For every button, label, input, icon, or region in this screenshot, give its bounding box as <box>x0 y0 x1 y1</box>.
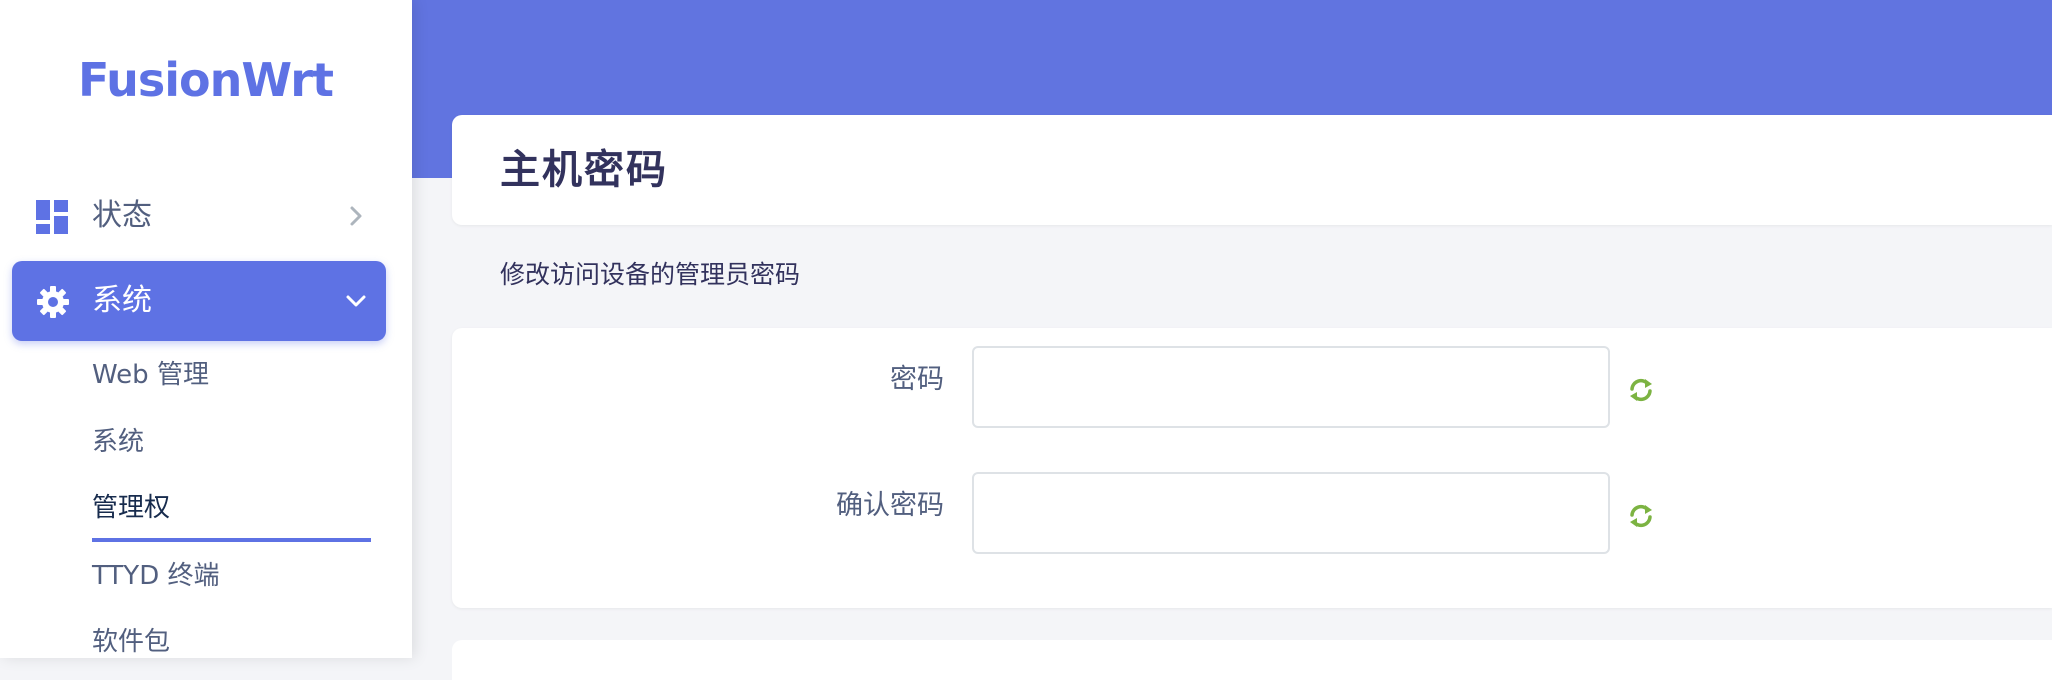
confirm-password-label: 确认密码 <box>836 490 944 521</box>
confirm-password-input[interactable] <box>972 472 1610 554</box>
chevron-right-icon <box>350 206 362 226</box>
sidebar-subitem-ttyd[interactable]: TTYD 终端 <box>92 558 219 594</box>
page-description: 修改访问设备的管理员密码 <box>500 260 801 289</box>
sidebar-item-status[interactable]: 状态 <box>12 176 386 256</box>
title-card: 主机密码 <box>452 115 2052 225</box>
sidebar-subitem-web-admin[interactable]: Web 管理 <box>92 357 209 393</box>
page-title: 主机密码 <box>500 147 668 193</box>
password-label: 密码 <box>890 364 944 395</box>
next-section-card <box>452 640 2052 680</box>
sidebar-item-label: 系统 <box>92 283 152 318</box>
sidebar-subitem-system[interactable]: 系统 <box>92 424 144 460</box>
sidebar-item-system[interactable]: 系统 <box>12 261 386 341</box>
refresh-icon[interactable] <box>1628 377 1654 403</box>
sidebar-subitem-packages[interactable]: 软件包 <box>92 624 170 660</box>
sidebar-item-label: 状态 <box>92 198 152 233</box>
active-indicator <box>92 538 371 542</box>
brand-logo[interactable]: FusionWrt <box>78 50 334 110</box>
gear-icon <box>37 286 69 318</box>
chevron-down-icon <box>346 295 366 307</box>
sidebar: FusionWrt 状态 系统 Web 管理 系统 管理权 TTYD 终端 软件… <box>0 0 412 658</box>
dashboard-icon <box>36 200 68 234</box>
sidebar-subitem-admin[interactable]: 管理权 <box>92 490 170 526</box>
refresh-icon[interactable] <box>1628 503 1654 529</box>
password-input[interactable] <box>972 346 1610 428</box>
